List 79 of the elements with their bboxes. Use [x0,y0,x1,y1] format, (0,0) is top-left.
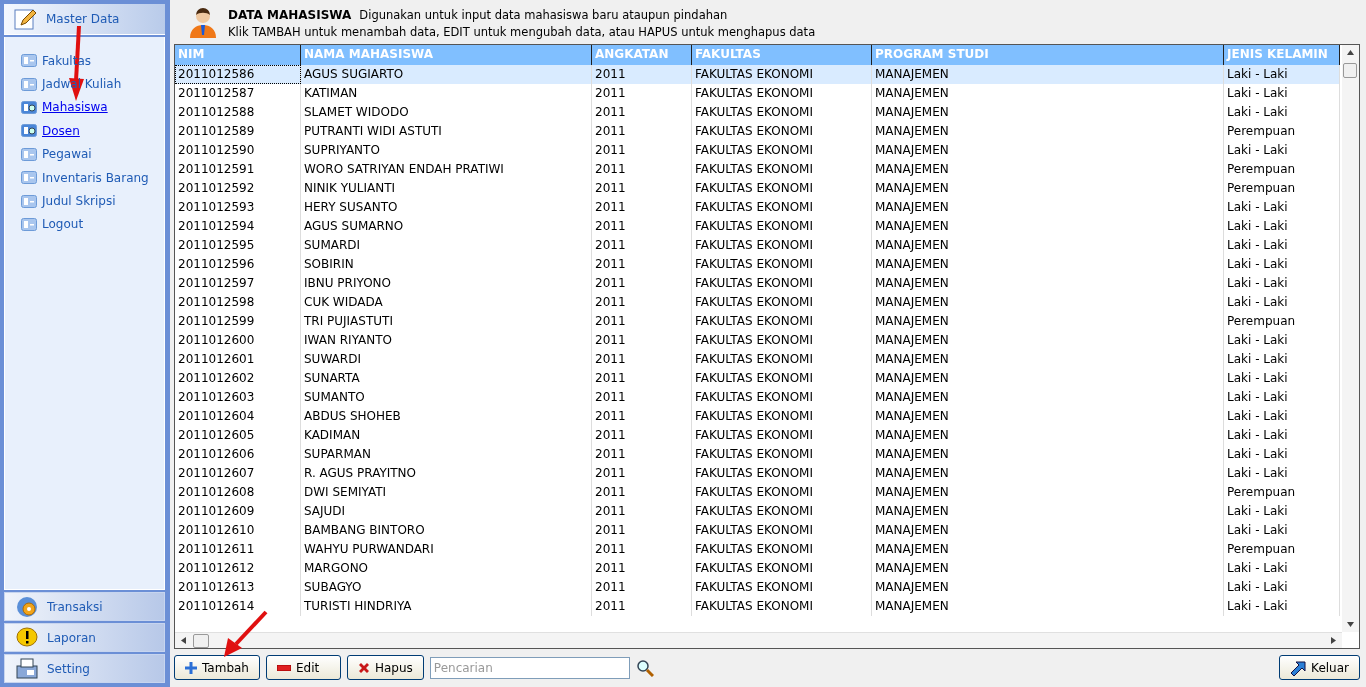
table-row[interactable]: 2011012600 IWAN RIYANTO 2011 FAKULTAS EKONOMI MANAJEMEN Laki - Laki [175,331,1340,350]
table-row[interactable]: 2011012613 SUBAGYO 2011 FAKULTAS EKONOMI MANAJEMEN Laki - Laki [175,578,1340,597]
card-icon [21,194,37,208]
table-row[interactable]: 2011012597 IBNU PRIYONO 2011 FAKULTAS EKONOMI MANAJEMEN Laki - Laki [175,274,1340,293]
table-row[interactable]: 2011012601 SUWARDI 2011 FAKULTAS EKONOMI MANAJEMEN Laki - Laki [175,350,1340,369]
table-row[interactable]: 2011012607 R. AGUS PRAYITNO 2011 FAKULTAS EKONOMI MANAJEMEN Laki - Laki [175,464,1340,483]
scroll-thumb[interactable] [193,634,209,648]
table-row[interactable]: 2011012603 SUMANTO 2011 FAKULTAS EKONOMI MANAJEMEN Laki - Laki [175,388,1340,407]
sidebar-section[interactable]: Laporan [4,623,165,652]
table-row[interactable]: 2011012605 KADIMAN 2011 FAKULTAS EKONOMI MANAJEMEN Laki - Laki [175,426,1340,445]
sidebar-link[interactable]: Mahasiswa [21,95,108,120]
table-cell: MANAJEMEN [872,597,1224,616]
alert-icon [15,625,39,650]
edit-button[interactable]: Edit [265,655,341,680]
exit-button[interactable]: Keluar [1279,655,1360,680]
gear-icon [15,594,39,619]
sidebar-section[interactable]: Setting [4,654,165,683]
vertical-scrollbar[interactable] [1342,45,1359,632]
arrow-icon [1290,659,1307,676]
table-row[interactable]: 2011012602 SUNARTA 2011 FAKULTAS EKONOMI MANAJEMEN Laki - Laki [175,369,1340,388]
card-icon [21,147,37,161]
table-row[interactable]: 2011012611 WAHYU PURWANDARI 2011 FAKULTAS EKONOMI MANAJEMEN Perempuan [175,540,1340,559]
person-icon [188,7,218,39]
table-row[interactable]: 2011012596 SOBIRIN 2011 FAKULTAS EKONOMI MANAJEMEN Laki - Laki [175,255,1340,274]
table-cell: TURISTI HINDRIYA [301,597,592,616]
table-row[interactable]: 2011012599 TRI PUJIASTUTI 2011 FAKULTAS EKONOMI MANAJEMEN Perempuan [175,312,1340,331]
table-row[interactable]: 2011012588 SLAMET WIDODO 2011 FAKULTAS EKONOMI MANAJEMEN Laki - Laki [175,103,1340,122]
table-row[interactable]: 2011012595 SUMARDI 2011 FAKULTAS EKONOMI MANAJEMEN Laki - Laki [175,236,1340,255]
add-button[interactable]: Tambah [174,655,260,680]
table-row[interactable]: 2011012593 HERY SUSANTO 2011 FAKULTAS EKONOMI MANAJEMEN Laki - Laki [175,198,1340,217]
table-cell: FAKULTAS EKONOMI [692,597,872,616]
table-row[interactable]: 2011012594 AGUS SUMARNO 2011 FAKULTAS EKONOMI MANAJEMEN Laki - Laki [175,217,1340,236]
card-icon [21,171,37,185]
cross-icon [357,661,370,674]
instruction-text: Klik TAMBAH untuk menambah data, EDIT untuk mengubah data, atau HAPUS untuk menghapus data [228,24,816,39]
table-cell: 2011012614 [175,597,301,616]
magnifier-card-icon [21,124,37,138]
card-icon [21,54,37,68]
table-row[interactable]: 2011012591 WORO SATRIYAN ENDAH PRATIWI 2011 FAKULTAS EKONOMI MANAJEMEN Perempuan [175,160,1340,179]
table-row[interactable]: 2011012589 PUTRANTI WIDI ASTUTI 2011 FAKULTAS EKONOMI MANAJEMEN Perempuan [175,122,1340,141]
table-row[interactable]: 2011012586 AGUS SUGIARTO 2011 FAKULTAS EKONOMI MANAJEMEN Laki - Laki [175,65,1340,84]
pencil-icon [14,7,38,31]
table-row[interactable]: 2011012612 MARGONO 2011 FAKULTAS EKONOMI MANAJEMEN Laki - Laki [175,559,1340,578]
table-row[interactable]: 2011012614 TURISTI HINDRIYA 2011 FAKULTAS EKONOMI MANAJEMEN Laki - Laki [175,597,1340,616]
annotation-arrow [222,610,268,657]
table-row[interactable]: 2011012598 CUK WIDADA 2011 FAKULTAS EKONOMI MANAJEMEN Laki - Laki [175,293,1340,312]
plus-icon [185,661,197,674]
table-row[interactable]: 2011012609 SAJUDI 2011 FAKULTAS EKONOMI MANAJEMEN Laki - Laki [175,502,1340,521]
scroll-left-icon[interactable] [180,637,187,644]
scroll-right-icon[interactable] [1330,637,1337,644]
page-heading: DATA MAHASISWA Digunakan untuk input data mahasiswa baru ataupun pindahan [228,7,729,22]
scroll-thumb[interactable] [1343,63,1357,78]
table-row[interactable]: 2011012587 KATIMAN 2011 FAKULTAS EKONOMI MANAJEMEN Laki - Laki [175,84,1340,103]
card-icon [21,77,37,91]
card-icon [21,217,37,231]
sidebar-link[interactable]: Judul Skripsi [21,189,116,213]
table-row[interactable]: 2011012604 ABDUS SHOHEB 2011 FAKULTAS EKONOMI MANAJEMEN Laki - Laki [175,407,1340,426]
table-row[interactable]: 2011012606 SUPARMAN 2011 FAKULTAS EKONOMI MANAJEMEN Laki - Laki [175,445,1340,464]
minus-icon [276,664,291,671]
sidebar-section[interactable]: Transaksi [4,592,165,621]
table-row[interactable]: 2011012610 BAMBANG BINTORO 2011 FAKULTAS EKONOMI MANAJEMEN Laki - Laki [175,521,1340,540]
fax-machine-icon [15,656,39,681]
horizontal-scrollbar[interactable] [175,632,1342,648]
table-row[interactable]: 2011012592 NINIK YULIANTI 2011 FAKULTAS EKONOMI MANAJEMEN Perempuan [175,179,1340,198]
sidebar-link[interactable]: Pegawai [21,142,92,166]
table-cell: Laki - Laki [1224,597,1340,616]
sidebar-link[interactable]: Inventaris Barang [21,165,149,190]
scroll-up-icon[interactable] [1347,49,1354,56]
sidebar-header[interactable]: Master Data [4,4,165,35]
delete-button[interactable]: Hapus [346,655,424,680]
search-field[interactable]: Pencarian [429,656,630,679]
magnifier-card-icon [21,100,37,114]
table-cell: 2011 [592,597,692,616]
table-row[interactable]: 2011012608 DWI SEMIYATI 2011 FAKULTAS EKONOMI MANAJEMEN Perempuan [175,483,1340,502]
scroll-down-icon[interactable] [1347,621,1354,628]
sidebar-link[interactable]: Logout [21,212,84,237]
search-icon[interactable] [635,658,654,677]
table-row[interactable]: 2011012590 SUPRIYANTO 2011 FAKULTAS EKONOMI MANAJEMEN Laki - Laki [175,141,1340,160]
sidebar-link[interactable]: Dosen [21,119,80,143]
